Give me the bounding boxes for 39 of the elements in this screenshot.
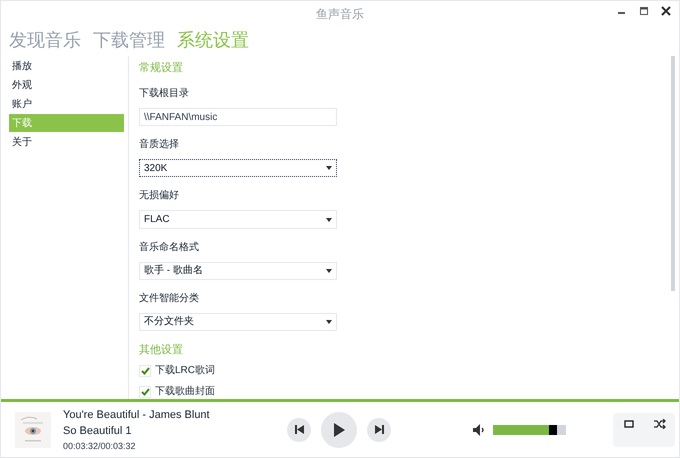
input-field[interactable]: \\FANFAN\music bbox=[139, 108, 337, 126]
play-icon bbox=[333, 422, 345, 436]
dropdown[interactable]: 歌手 - 歌曲名 bbox=[139, 262, 337, 280]
window-title: 鱼声音乐 bbox=[316, 6, 364, 22]
next-icon bbox=[374, 425, 384, 434]
section-heading: 常规设置 bbox=[139, 61, 184, 75]
section-heading: 其他设置 bbox=[139, 343, 184, 358]
sidebar-item[interactable]: 播放 bbox=[9, 57, 124, 75]
checkbox-label: 下载歌曲封面 bbox=[155, 384, 215, 400]
caret-icon bbox=[326, 166, 332, 170]
album-name: So Beautiful 1 bbox=[63, 424, 132, 438]
field-label: 音乐命名格式 bbox=[139, 240, 200, 254]
sidebar-item[interactable]: 账户 bbox=[9, 95, 124, 113]
volume-icon[interactable] bbox=[473, 424, 485, 436]
dropdown[interactable]: 320K bbox=[139, 159, 337, 178]
maximize-icon[interactable] bbox=[639, 6, 649, 16]
field-label: 文件智能分类 bbox=[139, 292, 200, 305]
close-icon[interactable] bbox=[661, 6, 671, 16]
previous-button[interactable] bbox=[287, 418, 311, 442]
caret-icon bbox=[326, 218, 332, 222]
next-button[interactable] bbox=[367, 418, 391, 442]
dropdown[interactable]: 不分文件夹 bbox=[139, 312, 337, 332]
field-label: 下载根目录 bbox=[139, 87, 190, 100]
checkbox[interactable] bbox=[139, 386, 151, 398]
play-time: 00:03:32/00:03:32 bbox=[63, 440, 137, 452]
caret-icon bbox=[326, 320, 332, 324]
sidebar-item[interactable]: 关于 bbox=[9, 133, 124, 151]
field-label: 音质选择 bbox=[139, 138, 180, 152]
checkbox[interactable] bbox=[139, 364, 151, 377]
caret-icon bbox=[326, 268, 332, 273]
field-label: 无损偏好 bbox=[139, 189, 180, 202]
dropdown[interactable]: FLAC bbox=[139, 210, 337, 229]
song-title: You're Beautiful - James Blunt bbox=[63, 408, 211, 422]
shuffle-icon[interactable] bbox=[654, 418, 666, 428]
play-button[interactable] bbox=[321, 412, 357, 448]
scrollbar[interactable] bbox=[671, 56, 675, 291]
sidebar-item[interactable]: 外观 bbox=[9, 76, 124, 94]
previous-icon bbox=[294, 425, 304, 434]
checkbox-label: 下载LRC歌词 bbox=[155, 364, 216, 378]
